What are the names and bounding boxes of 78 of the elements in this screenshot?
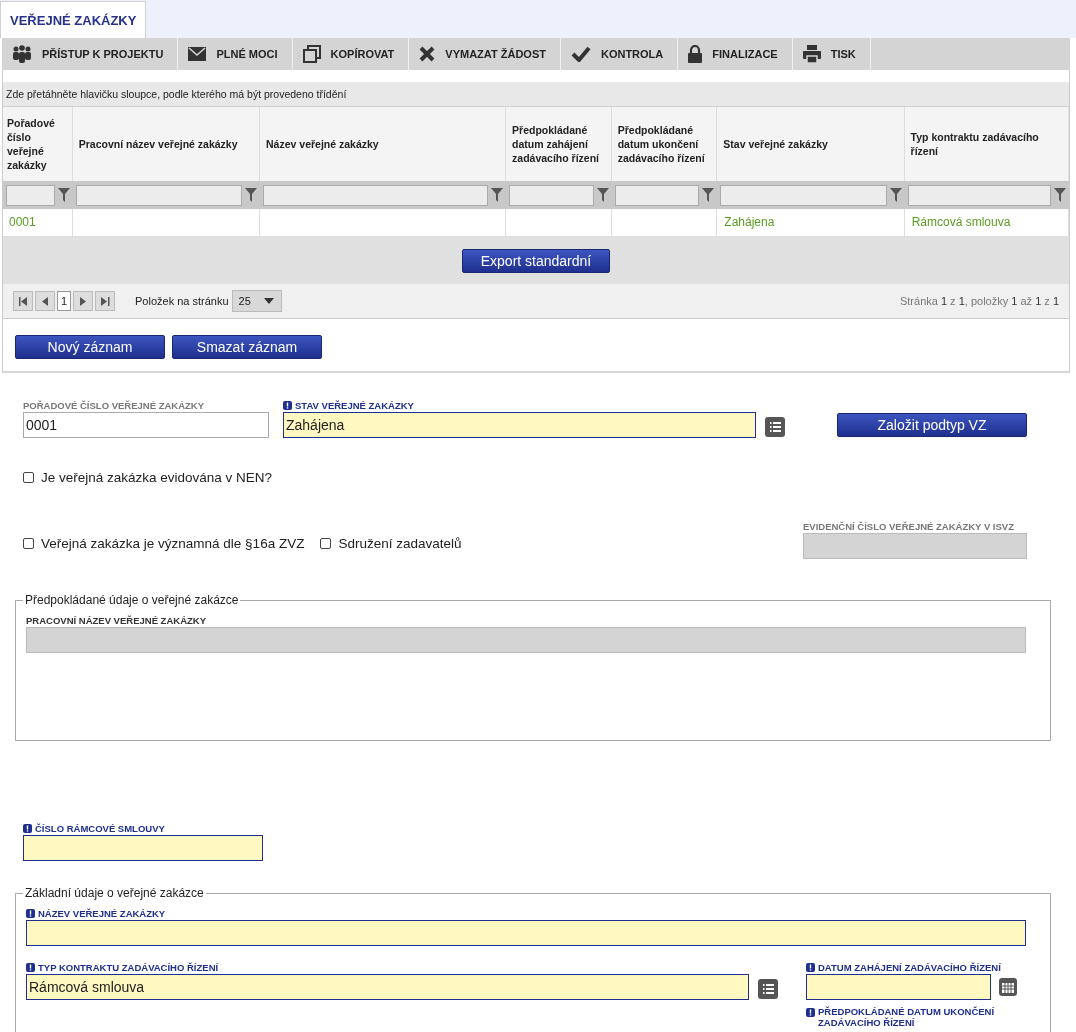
per-page-label: Položek na stránku [135,295,229,307]
required-icon [806,1008,815,1017]
first-page-button[interactable] [13,291,33,311]
field-label: DATUM ZAHÁJENÍ ZADÁVACÍHO ŘÍZENÍ [806,960,1021,974]
nen-checkbox[interactable]: Je veřejná zakázka evidována v NEN? [23,470,1076,485]
filter-field[interactable] [6,184,55,206]
envelope-icon [188,47,207,61]
page-number[interactable]: 1 [57,291,71,311]
order-number-field[interactable]: 0001 [23,412,269,438]
field-label: PŘEDPOKLÁDANÉ DATUM UKONČENÍ ZADÁVACÍHO ŘÍZENÍ [806,1007,1021,1029]
field-label: PRACOVNÍ NÁZEV VEŘEJNÉ ZAKÁZKY [26,613,207,627]
column-header[interactable]: Typ kontraktu zadávacího řízení [904,107,1069,181]
start-date-field[interactable] [806,974,991,1000]
column-header[interactable]: Pracovní název veřejné zakázky [72,107,261,181]
first-page-icon [18,296,28,306]
filter-field[interactable] [263,184,489,206]
lock-icon [688,45,703,63]
calendar-icon[interactable] [999,978,1017,996]
filter-field[interactable] [509,184,594,206]
people-icon [12,45,32,63]
action-button[interactable]: Smazat záznam [172,335,322,359]
filter-field[interactable] [614,184,700,206]
required-icon [283,401,292,410]
field-label: EVIDENČNÍ ČÍSLO VEŘEJNÉ ZAKÁZKY V ISVZ [803,519,1015,533]
section-legend: Základní údaje o veřejné zakázce [23,886,206,900]
working-name-field[interactable] [26,627,1026,653]
list-icon[interactable] [765,417,785,437]
printer-icon [802,45,821,63]
column-header[interactable]: Předpokládané datum zahájení zadávacího řízení [506,107,612,181]
cross-icon [419,46,436,62]
required-icon [806,963,815,972]
filter-icon[interactable] [702,188,715,202]
create-subtype-button[interactable]: Založit podtyp VZ [837,413,1027,437]
column-header[interactable]: Pořadové číslo veřejné zakázky [3,107,73,181]
significant-checkbox[interactable]: Veřejná zakázka je významná dle §16a ZVZ [23,536,305,551]
isvz-number-field[interactable] [803,533,1027,559]
association-checkbox[interactable]: Sdružení zadavatelů [320,536,462,551]
filter-icon[interactable] [491,188,504,202]
export-button[interactable]: Export standardní [462,248,610,273]
copy-icon [302,45,321,63]
per-page-dropdown[interactable]: 25 [231,290,282,312]
required-icon [26,963,35,972]
required-icon [26,909,35,918]
previous-icon [42,296,48,306]
next-icon [80,296,86,306]
field-label: TYP KONTRAKTU ZADÁVACÍHO ŘÍZENÍ [26,960,749,974]
filter-icon[interactable] [1054,188,1066,202]
status-field[interactable]: Zahájena [283,412,756,438]
field-label: ČÍSLO RÁMCOVÉ SMLOUVY [23,821,263,835]
field-label: STAV VEŘEJNÉ ZAKÁZKY [283,398,756,412]
previous-page-button[interactable] [35,291,55,311]
column-header[interactable]: Předpokládané datum ukončení zadávacího řízení [611,107,718,181]
column-header[interactable]: Stav veřejné zakázky [717,107,905,181]
last-page-icon [100,296,110,306]
last-page-button[interactable] [95,291,115,311]
filter-field[interactable] [75,184,243,206]
required-icon [23,824,32,833]
list-icon[interactable] [758,979,778,999]
section-legend: Předpokládané údaje o veřejné zakázce [23,593,241,607]
name-field[interactable] [26,920,1026,946]
contract-type-field[interactable]: Rámcová smlouva [26,974,749,1000]
page-summary: Stránka 1 z 1, položky 1 až 1 z 1 [899,295,1059,307]
field-label: NÁZEV VEŘEJNÉ ZAKÁZKY [26,906,1040,920]
filter-icon[interactable] [889,188,902,202]
filter-icon[interactable] [57,188,70,202]
column-header[interactable]: Název veřejné zakázky [260,107,507,181]
checkmark-icon [570,46,591,62]
framework-number-field[interactable] [23,835,263,861]
filter-field[interactable] [907,184,1051,206]
next-page-button[interactable] [73,291,93,311]
filter-icon[interactable] [245,188,258,202]
section-tab[interactable]: VEŘEJNÉ ZAKÁZKY [0,1,147,38]
filter-icon[interactable] [596,188,609,202]
group-hint: Zde přetáhněte hlavičku sloupce, podle kterého má být provedeno třídění [3,82,1069,107]
action-button[interactable]: Nový záznam [15,335,165,359]
filter-field[interactable] [720,184,887,206]
caret-icon [263,298,274,304]
field-label: POŘADOVÉ ČÍSLO VEŘEJNÉ ZAKÁZKY [23,398,206,412]
